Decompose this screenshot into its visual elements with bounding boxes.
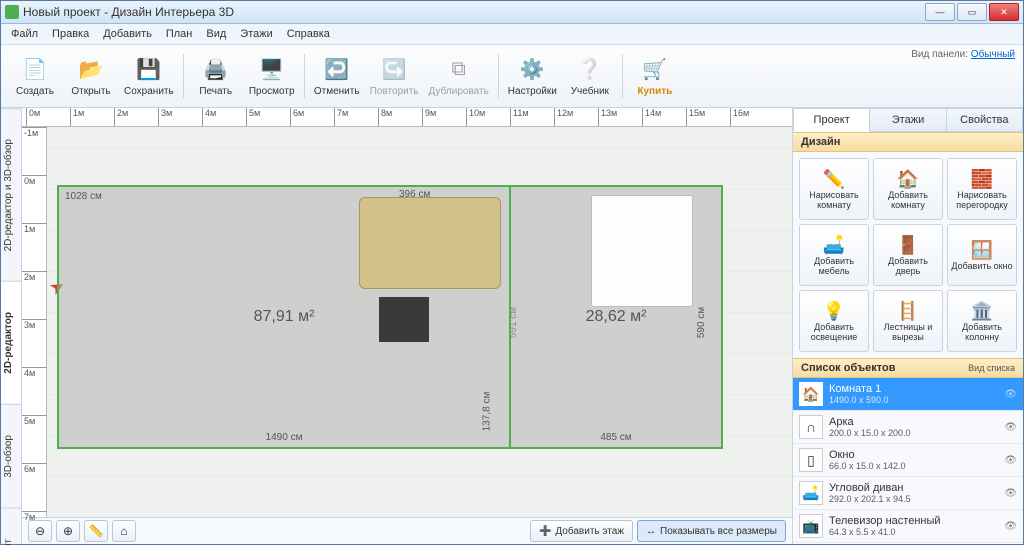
preview-icon: 🖥️ bbox=[258, 56, 286, 84]
dim-label: 485 см bbox=[600, 432, 631, 443]
dim-label: 590 см bbox=[696, 307, 707, 338]
object-item[interactable]: 🛋️Угловой диван292.0 x 202.1 x 94.5👁 bbox=[793, 477, 1023, 510]
create-icon: 📄 bbox=[21, 56, 49, 84]
maximize-button[interactable]: ▭ bbox=[957, 3, 987, 21]
design-добавить-дверь[interactable]: 🚪Добавить дверь bbox=[873, 224, 943, 286]
left-tab-2[interactable]: 3D-обзор bbox=[1, 404, 21, 508]
design-добавить-мебель[interactable]: 🛋️Добавить мебель bbox=[799, 224, 869, 286]
redo-button: ↪️Повторить bbox=[365, 47, 424, 105]
left-tab-1[interactable]: 2D-редактор bbox=[1, 281, 21, 404]
object-thumb: 🛋️ bbox=[799, 481, 823, 505]
tv-stand[interactable] bbox=[379, 297, 429, 342]
measure-button[interactable]: 📏 bbox=[84, 520, 108, 542]
save-button[interactable]: 💾Сохранить bbox=[119, 47, 179, 105]
visibility-icon[interactable]: 👁 bbox=[1004, 455, 1017, 466]
menu-вид[interactable]: Вид bbox=[200, 26, 232, 42]
object-item[interactable]: 🏠Комната 11490.0 x 590.0👁 bbox=[793, 378, 1023, 411]
dup-button: ⧉Дублировать bbox=[424, 47, 494, 105]
sofa[interactable] bbox=[359, 197, 501, 289]
menu-справка[interactable]: Справка bbox=[281, 26, 336, 42]
settings-icon: ⚙️ bbox=[518, 56, 546, 84]
menu-этажи[interactable]: Этажи bbox=[234, 26, 278, 42]
visibility-icon[interactable]: 👁 bbox=[1004, 488, 1017, 499]
home-button[interactable]: ⌂ bbox=[112, 520, 136, 542]
room-area-label: 28,62 м² bbox=[586, 308, 647, 326]
rp-tab-проект[interactable]: Проект bbox=[793, 108, 870, 132]
settings-button[interactable]: ⚙️Настройки bbox=[503, 47, 562, 105]
open-button[interactable]: 📂Открыть bbox=[63, 47, 119, 105]
print-button[interactable]: 🖨️Печать bbox=[188, 47, 244, 105]
object-list-view-link[interactable]: Вид списка bbox=[968, 363, 1015, 373]
room-1[interactable]: 1028 см 1490 см 591 см 396 см 137,8 см 8… bbox=[57, 185, 511, 449]
object-list-title: Список объектов bbox=[801, 362, 895, 374]
left-tab-0[interactable]: 2D-редактор и 3D-обзор bbox=[1, 108, 21, 281]
close-button[interactable]: ✕ bbox=[989, 3, 1019, 21]
design-добавить-комнату[interactable]: 🏠Добавить комнату bbox=[873, 158, 943, 220]
design-добавить-освещение[interactable]: 💡Добавить освещение bbox=[799, 290, 869, 352]
menu-правка[interactable]: Правка bbox=[46, 26, 95, 42]
object-thumb: ▯ bbox=[799, 448, 823, 472]
open-icon: 📂 bbox=[77, 56, 105, 84]
room-2[interactable]: 485 см 590 см 28,62 м² bbox=[509, 185, 723, 449]
dim-label: 1028 см bbox=[65, 191, 102, 202]
save-icon: 💾 bbox=[135, 56, 163, 84]
view-panel-label: Вид панели: Обычный bbox=[911, 49, 1015, 60]
print-icon: 🖨️ bbox=[202, 56, 230, 84]
left-tab-3[interactable]: Виртуальный визит bbox=[1, 508, 21, 545]
add-floor-button[interactable]: ➕Добавить этаж bbox=[530, 520, 633, 542]
rp-tab-свойства[interactable]: Свойства bbox=[947, 108, 1023, 132]
ruler-horizontal: 0м1м2м3м4м5м6м7м8м9м10м11м12м13м14м15м16… bbox=[22, 108, 792, 127]
view-panel-link[interactable]: Обычный bbox=[971, 49, 1015, 60]
design-лестницы-и-вырезы[interactable]: 🪜Лестницы и вырезы bbox=[873, 290, 943, 352]
minimize-button[interactable]: — bbox=[925, 3, 955, 21]
object-item[interactable]: 📺Телевизор настенный64.3 x 5.5 x 41.0👁 bbox=[793, 510, 1023, 543]
menu-добавить[interactable]: Добавить bbox=[97, 26, 158, 42]
object-thumb: ∩ bbox=[799, 415, 823, 439]
preview-button[interactable]: 🖥️Просмотр bbox=[244, 47, 300, 105]
object-item[interactable]: ∩Арка200.0 x 15.0 x 200.0👁 bbox=[793, 411, 1023, 444]
dim-label: 1490 см bbox=[266, 432, 303, 443]
visibility-icon[interactable]: 👁 bbox=[1004, 521, 1017, 532]
bed[interactable] bbox=[591, 195, 693, 307]
tutorial-icon: ❔ bbox=[576, 56, 604, 84]
create-button[interactable]: 📄Создать bbox=[7, 47, 63, 105]
menu-план[interactable]: План bbox=[160, 26, 199, 42]
dim-label: 137,8 см bbox=[482, 392, 493, 432]
room-area-label: 87,91 м² bbox=[254, 308, 315, 326]
show-dims-button[interactable]: ↔Показывать все размеры bbox=[637, 520, 786, 542]
visibility-icon[interactable]: 👁 bbox=[1004, 389, 1017, 400]
zoom-out-button[interactable]: ⊖ bbox=[28, 520, 52, 542]
object-thumb: 🏠 bbox=[799, 382, 823, 406]
design-нарисовать-перегородку[interactable]: 🧱Нарисовать перегородку bbox=[947, 158, 1017, 220]
design-добавить-колонну[interactable]: 🏛️Добавить колонну bbox=[947, 290, 1017, 352]
floorplan-canvas[interactable]: ➤ 1028 см 1490 см 591 см 396 см 137,8 см… bbox=[47, 127, 792, 517]
design-section-title: Дизайн bbox=[793, 132, 1023, 152]
object-item[interactable]: 🔥Камин классический150.0 x 37.0 x 113.5👁 bbox=[793, 543, 1023, 544]
object-thumb: 📺 bbox=[799, 514, 823, 538]
app-icon bbox=[5, 5, 19, 19]
undo-button[interactable]: ↩️Отменить bbox=[309, 47, 365, 105]
window-title: Новый проект - Дизайн Интерьера 3D bbox=[23, 5, 925, 19]
object-item[interactable]: ▯Окно66.0 x 15.0 x 142.0👁 bbox=[793, 444, 1023, 477]
zoom-in-button[interactable]: ⊕ bbox=[56, 520, 80, 542]
tutorial-button[interactable]: ❔Учебник bbox=[562, 47, 618, 105]
ruler-vertical: -1м0м1м2м3м4м5м6м7м bbox=[22, 127, 47, 517]
design-добавить-окно[interactable]: 🪟Добавить окно bbox=[947, 224, 1017, 286]
design-нарисовать-комнату[interactable]: ✏️Нарисовать комнату bbox=[799, 158, 869, 220]
undo-icon: ↩️ bbox=[323, 56, 351, 84]
buy-icon: 🛒 bbox=[641, 56, 669, 84]
rp-tab-этажи[interactable]: Этажи bbox=[870, 108, 946, 132]
menu-файл[interactable]: Файл bbox=[5, 26, 44, 42]
redo-icon: ↪️ bbox=[380, 56, 408, 84]
visibility-icon[interactable]: 👁 bbox=[1004, 422, 1017, 433]
dup-icon: ⧉ bbox=[445, 56, 473, 84]
buy-button[interactable]: 🛒Купить bbox=[627, 47, 683, 105]
